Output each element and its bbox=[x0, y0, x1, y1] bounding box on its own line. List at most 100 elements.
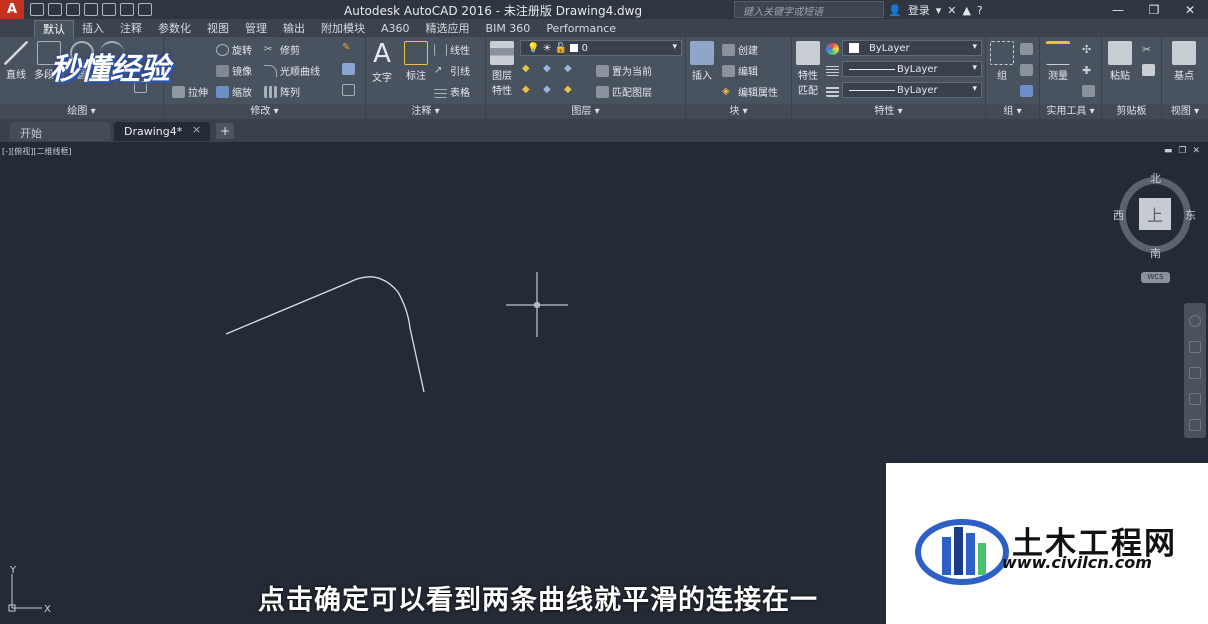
edit-attributes-button[interactable]: ◈ 编辑属性 bbox=[722, 84, 778, 100]
help-icon[interactable]: ? bbox=[977, 4, 983, 17]
view-panel-title[interactable]: 视图 ▾ bbox=[1162, 104, 1208, 119]
layer-isolate-icon[interactable]: ◆ bbox=[543, 63, 556, 75]
color-wheel-icon[interactable] bbox=[826, 43, 839, 55]
utilities-panel-title[interactable]: 实用工具 ▾ bbox=[1040, 104, 1101, 119]
ribbon-tab[interactable]: 精选应用 bbox=[418, 20, 478, 37]
text-button[interactable]: A 文字 bbox=[372, 41, 392, 84]
explode-button[interactable] bbox=[342, 63, 355, 75]
set-current-button[interactable]: 置为当前 bbox=[596, 63, 652, 78]
paste-button[interactable]: 粘贴 bbox=[1108, 41, 1132, 82]
compass-east[interactable]: 东 bbox=[1185, 207, 1196, 223]
copy-icon[interactable] bbox=[1142, 64, 1155, 76]
ribbon-tab[interactable]: 附加模块 bbox=[313, 20, 373, 37]
table-button[interactable]: 表格 bbox=[434, 84, 470, 99]
ribbon-tab[interactable]: 插入 bbox=[74, 20, 112, 37]
close-button[interactable]: ✕ bbox=[1172, 0, 1208, 19]
layer-freeze-icon[interactable]: ◆ bbox=[564, 63, 577, 75]
compass-south[interactable]: 南 bbox=[1150, 245, 1161, 261]
a360-icon[interactable]: ▲ bbox=[962, 4, 970, 17]
login-area[interactable]: 👤 登录 ▾ ✕ ▲ ? bbox=[888, 2, 983, 18]
group-button[interactable]: 组 bbox=[990, 41, 1014, 82]
modify-panel-title[interactable]: 修改 ▾ bbox=[164, 104, 365, 119]
lineweight-icon[interactable] bbox=[826, 85, 839, 97]
offset-button[interactable] bbox=[342, 84, 355, 96]
leader-button[interactable]: ↗ 引线 bbox=[434, 63, 470, 79]
ribbon-tab[interactable]: BIM 360 bbox=[478, 20, 539, 37]
layer-properties-button[interactable]: 图层 特性 bbox=[490, 41, 514, 97]
save-icon[interactable] bbox=[66, 3, 80, 16]
viewcube[interactable]: 上 北 南 西 东 bbox=[1113, 170, 1196, 260]
color-dropdown[interactable]: ByLayer ▾ bbox=[842, 40, 982, 56]
trim-button[interactable]: ✂ 修剪 bbox=[264, 42, 300, 58]
ribbon-tab[interactable]: 注释 bbox=[112, 20, 150, 37]
groups-panel-title[interactable]: 组 ▾ bbox=[986, 104, 1039, 119]
base-button[interactable]: 基点 bbox=[1172, 41, 1196, 82]
ribbon-tab[interactable]: 参数化 bbox=[150, 20, 199, 37]
new-file-icon[interactable] bbox=[30, 3, 44, 16]
array-button[interactable]: 阵列 bbox=[264, 84, 300, 99]
group-edit-icon[interactable] bbox=[1020, 64, 1033, 76]
close-tab-icon[interactable]: × bbox=[192, 123, 201, 136]
zoom-icon[interactable] bbox=[1189, 367, 1201, 379]
ribbon-tab[interactable]: A360 bbox=[373, 20, 418, 37]
ribbon-tab[interactable]: 管理 bbox=[237, 20, 275, 37]
calculator-icon[interactable] bbox=[1082, 85, 1095, 97]
match-layer-button[interactable]: 匹配图层 bbox=[596, 84, 652, 99]
edit-block-button[interactable]: 编辑 bbox=[722, 63, 758, 78]
compass-north[interactable]: 北 bbox=[1150, 170, 1161, 186]
viewcube-top-face[interactable]: 上 bbox=[1139, 198, 1171, 230]
clipboard-panel-title[interactable]: 剪贴板 bbox=[1102, 104, 1161, 119]
measure-button[interactable]: 测量 bbox=[1046, 41, 1070, 82]
linetype-dropdown[interactable]: ByLayer ▾ bbox=[842, 61, 982, 77]
undo-icon[interactable] bbox=[120, 3, 134, 16]
login-label[interactable]: 登录 bbox=[908, 2, 930, 18]
joined-curve[interactable] bbox=[225, 276, 425, 393]
erase-button[interactable]: ✎ bbox=[342, 42, 355, 54]
tab-start[interactable]: 开始 bbox=[10, 122, 110, 141]
quick-select-icon[interactable]: ✣ bbox=[1082, 43, 1095, 56]
dimension-button[interactable]: 标注 bbox=[404, 41, 428, 82]
point-icon[interactable]: ✚ bbox=[1082, 64, 1095, 77]
ribbon-tab[interactable]: 输出 bbox=[275, 20, 313, 37]
stretch-button[interactable]: 拉伸 bbox=[172, 84, 208, 99]
wcs-menu[interactable]: WCS bbox=[1141, 272, 1170, 283]
layer-lock-icon[interactable]: ◆ bbox=[522, 84, 535, 96]
steering-wheel-icon[interactable] bbox=[1189, 315, 1201, 327]
cut-icon[interactable]: ✂ bbox=[1142, 43, 1155, 56]
fillet-button[interactable]: 光顺曲线 bbox=[264, 63, 320, 78]
block-panel-title[interactable]: 块 ▾ bbox=[686, 104, 791, 119]
linetype-icon[interactable] bbox=[826, 64, 839, 76]
layer-dropdown[interactable]: 💡 ☀ 🔓 0 ▾ bbox=[520, 40, 682, 56]
ungroup-icon[interactable] bbox=[1020, 43, 1033, 55]
layer-off-icon[interactable]: ◆ bbox=[522, 63, 535, 75]
group-select-icon[interactable] bbox=[1020, 85, 1033, 97]
chevron-down-icon[interactable]: ▾ bbox=[936, 4, 942, 17]
match-properties-button[interactable]: 特性 匹配 bbox=[796, 41, 820, 97]
insert-block-button[interactable]: 插入 bbox=[690, 41, 714, 82]
compass-west[interactable]: 西 bbox=[1113, 207, 1124, 223]
layers-panel-title[interactable]: 图层 ▾ bbox=[486, 104, 685, 119]
autocad-app-icon[interactable]: A bbox=[0, 0, 24, 19]
layer-unlock-icon[interactable]: ◆ bbox=[543, 84, 556, 96]
redo-icon[interactable] bbox=[138, 3, 152, 16]
properties-panel-title[interactable]: 特性 ▾ bbox=[792, 104, 985, 119]
ribbon-tab[interactable]: Performance bbox=[538, 20, 624, 37]
save-as-icon[interactable] bbox=[84, 3, 98, 16]
lineweight-dropdown[interactable]: ByLayer ▾ bbox=[842, 82, 982, 98]
draw-panel-title[interactable]: 绘图 ▾ bbox=[0, 104, 163, 119]
mirror-button[interactable]: 镜像 bbox=[216, 63, 252, 78]
line-button[interactable]: 直线 bbox=[4, 41, 28, 81]
print-icon[interactable] bbox=[102, 3, 116, 16]
ribbon-tab[interactable]: 视图 bbox=[199, 20, 237, 37]
rotate-button[interactable]: 旋转 bbox=[216, 42, 252, 57]
search-input[interactable]: 键入关键字或短语 bbox=[734, 1, 884, 18]
open-file-icon[interactable] bbox=[48, 3, 62, 16]
add-tab-button[interactable]: + bbox=[216, 123, 234, 139]
annotation-panel-title[interactable]: 注释 ▾ bbox=[366, 104, 485, 119]
create-block-button[interactable]: 创建 bbox=[722, 42, 758, 57]
showmotion-icon[interactable] bbox=[1189, 419, 1201, 431]
orbit-icon[interactable] bbox=[1189, 393, 1201, 405]
layer-walk-icon[interactable]: ◆ bbox=[564, 84, 577, 96]
restore-button[interactable]: ❐ bbox=[1136, 0, 1172, 19]
pan-icon[interactable] bbox=[1189, 341, 1201, 353]
